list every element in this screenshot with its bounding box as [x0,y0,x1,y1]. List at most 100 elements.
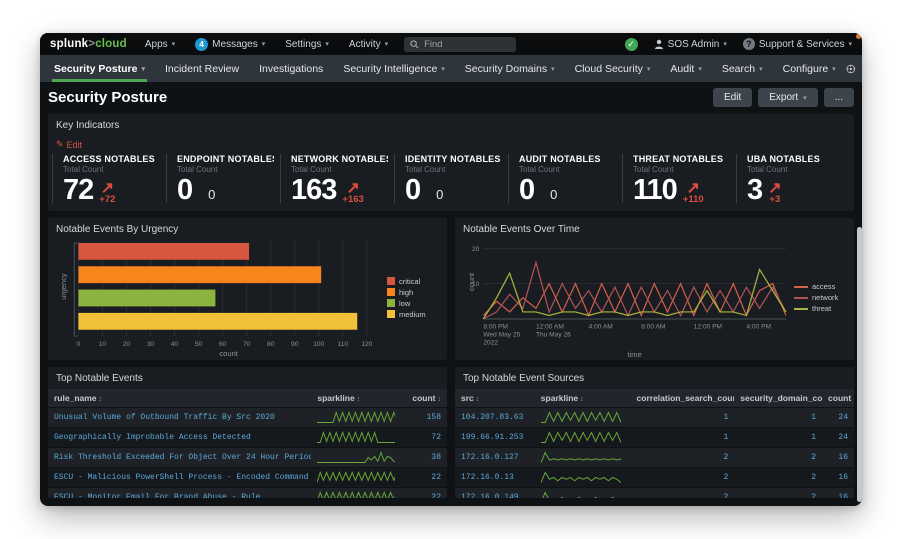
cell-count[interactable]: 24 [822,428,854,448]
menu-settings[interactable]: Settings▾ [285,39,329,50]
more-actions-button[interactable]: ... [824,88,854,107]
cell-src[interactable]: 172.16.0.127 [455,448,535,468]
menu-apps[interactable]: Apps▾ [145,39,175,50]
cell-src[interactable]: 172.16.0.13 [455,468,535,488]
cell-src[interactable]: 104.207.83.63 [455,408,535,428]
health-status-icon[interactable]: ✓ [625,38,638,51]
notable-events-over-time-panel: Notable Events Over Time 10208:00 PMWed … [455,218,854,360]
cell-correlation-search-count[interactable]: 2 [631,448,735,468]
cell-correlation-search-count[interactable]: 1 [631,428,735,448]
table-row[interactable]: 172.16.0.1492216 [455,488,854,498]
indicator-delta: +163 [342,196,363,204]
export-button[interactable]: Export▾ [758,88,817,107]
table-row[interactable]: Risk Threshold Exceeded For Object Over … [48,448,447,468]
cell-count[interactable]: 24 [822,408,854,428]
indicator-subtitle: Total Count [633,165,730,174]
cell-src[interactable]: 199.66.91.253 [455,428,535,448]
page-title: Security Posture [48,89,167,106]
cell-correlation-search-count[interactable]: 1 [631,408,735,428]
nav-item-configure[interactable]: Configure▾ [773,55,846,82]
column-header-security-domain-count[interactable]: security_domain_count↕ [734,389,822,408]
find-search-box[interactable] [404,37,516,52]
cell-rule-name[interactable]: Unusual Volume of Outbound Traffic By Sr… [48,408,311,428]
cell-count[interactable]: 16 [822,448,854,468]
column-header-src[interactable]: src↕ [455,389,535,408]
cell-count[interactable]: 22 [395,488,447,498]
cell-spark [311,428,395,448]
menu-messages[interactable]: 4Messages▾ [195,38,265,51]
nav-item-search[interactable]: Search▾ [712,55,773,82]
support-services-menu[interactable]: ? Support & Services ▾ [743,38,852,50]
table-row[interactable]: 172.16.0.1272216 [455,448,854,468]
column-header-correlation-search-count[interactable]: correlation_search_count↕ [631,389,735,408]
nav-item-security-posture[interactable]: Security Posture▾ [44,55,155,82]
indicator-endpoint-notables[interactable]: ENDPOINT NOTABLESTotal Count00 [166,154,280,203]
user-menu[interactable]: SOS Admin ▾ [654,39,727,50]
cell-rule-name[interactable]: ESCU - Malicious PowerShell Process - En… [48,468,311,488]
search-icon [410,40,419,49]
indicator-audit-notables[interactable]: AUDIT NOTABLESTotal Count00 [508,154,622,203]
legend-label: high [399,288,413,297]
edit-button[interactable]: Edit [713,88,752,107]
cell-count[interactable]: 38 [395,448,447,468]
nav-item-audit[interactable]: Audit▾ [660,55,711,82]
cell-count[interactable]: 72 [395,428,447,448]
chevron-down-icon: ▾ [325,40,329,48]
cell-correlation-search-count[interactable]: 2 [631,488,735,498]
find-search-input[interactable] [424,39,504,50]
svg-text:30: 30 [147,341,155,348]
urgency-bar-chart[interactable]: 0102030405060708090100110120counturgency [52,237,387,358]
table-row[interactable]: Unusual Volume of Outbound Traffic By Sr… [48,408,447,428]
indicator-trend: ↗+72 [99,183,115,203]
legend-swatch [387,277,395,285]
table-row[interactable]: ESCU - Malicious PowerShell Process - En… [48,468,447,488]
cell-security-domain-count[interactable]: 2 [734,468,822,488]
nav-item-cloud-security[interactable]: Cloud Security▾ [565,55,661,82]
menu-label: Messages [212,39,258,50]
cell-rule-name[interactable]: Geographically Improbable Access Detecte… [48,428,311,448]
indicator-threat-notables[interactable]: THREAT NOTABLESTotal Count110↗+110 [622,154,736,203]
indicator-uba-notables[interactable]: UBA NOTABLESTotal Count3↗+3 [736,154,850,203]
nav-item-investigations[interactable]: Investigations [249,55,333,82]
column-header-rule-name[interactable]: rule_name↕ [48,389,311,408]
cell-src[interactable]: 172.16.0.149 [455,488,535,498]
sort-icon: ↕ [438,396,442,403]
column-header-count[interactable]: count↕ [395,389,447,408]
indicator-network-notables[interactable]: NETWORK NOTABLESTotal Count163↗+163 [280,154,394,203]
events-line-chart[interactable]: 10208:00 PMWed May 25202212:00 AMThu May… [459,237,794,358]
cell-correlation-search-count[interactable]: 2 [631,468,735,488]
column-header-sparkline[interactable]: sparkline↕ [535,389,631,408]
cell-security-domain-count[interactable]: 2 [734,448,822,468]
nav-item-incident-review[interactable]: Incident Review [155,55,249,82]
table-row[interactable]: 172.16.0.132216 [455,468,854,488]
cell-security-domain-count[interactable]: 1 [734,428,822,448]
table-row[interactable]: 104.207.83.631124 [455,408,854,428]
key-indicators-edit-link[interactable]: ✎ Edit [48,133,854,150]
svg-text:90: 90 [291,341,299,348]
cell-count[interactable]: 16 [822,488,854,498]
cell-count[interactable]: 16 [822,468,854,488]
menu-activity[interactable]: Activity▾ [349,39,388,50]
table-row[interactable]: Geographically Improbable Access Detecte… [48,428,447,448]
splunk-cloud-logo[interactable]: splunk>cloud [50,38,127,50]
column-header-sparkline[interactable]: sparkline↕ [311,389,395,408]
nav-item-security-domains[interactable]: Security Domains▾ [455,55,565,82]
nav-item-security-intelligence[interactable]: Security Intelligence▾ [333,55,454,82]
top-system-bar: splunk>cloud Apps▾ 4Messages▾ Settings▾ Act… [40,33,862,55]
cell-security-domain-count[interactable]: 1 [734,408,822,428]
indicator-access-notables[interactable]: ACCESS NOTABLESTotal Count72↗+72 [52,154,166,203]
cell-rule-name[interactable]: Risk Threshold Exceeded For Object Over … [48,448,311,468]
column-header-count[interactable]: count↕ [822,389,854,408]
table-row[interactable]: 199.66.91.2531124 [455,428,854,448]
cell-count[interactable]: 158 [395,408,447,428]
vertical-scrollbar[interactable] [857,227,862,502]
indicator-value-row: 3↗+3 [747,177,844,203]
table-row[interactable]: ESCU - Monitor Email For Brand Abuse - R… [48,488,447,498]
help-icon: ? [743,38,755,50]
indicator-identity-notables[interactable]: IDENTITY NOTABLESTotal Count00 [394,154,508,203]
indicator-value-row: 00 [177,177,274,203]
cell-security-domain-count[interactable]: 2 [734,488,822,498]
cell-spark [311,468,395,488]
cell-count[interactable]: 22 [395,468,447,488]
cell-rule-name[interactable]: ESCU - Monitor Email For Brand Abuse - R… [48,488,311,498]
